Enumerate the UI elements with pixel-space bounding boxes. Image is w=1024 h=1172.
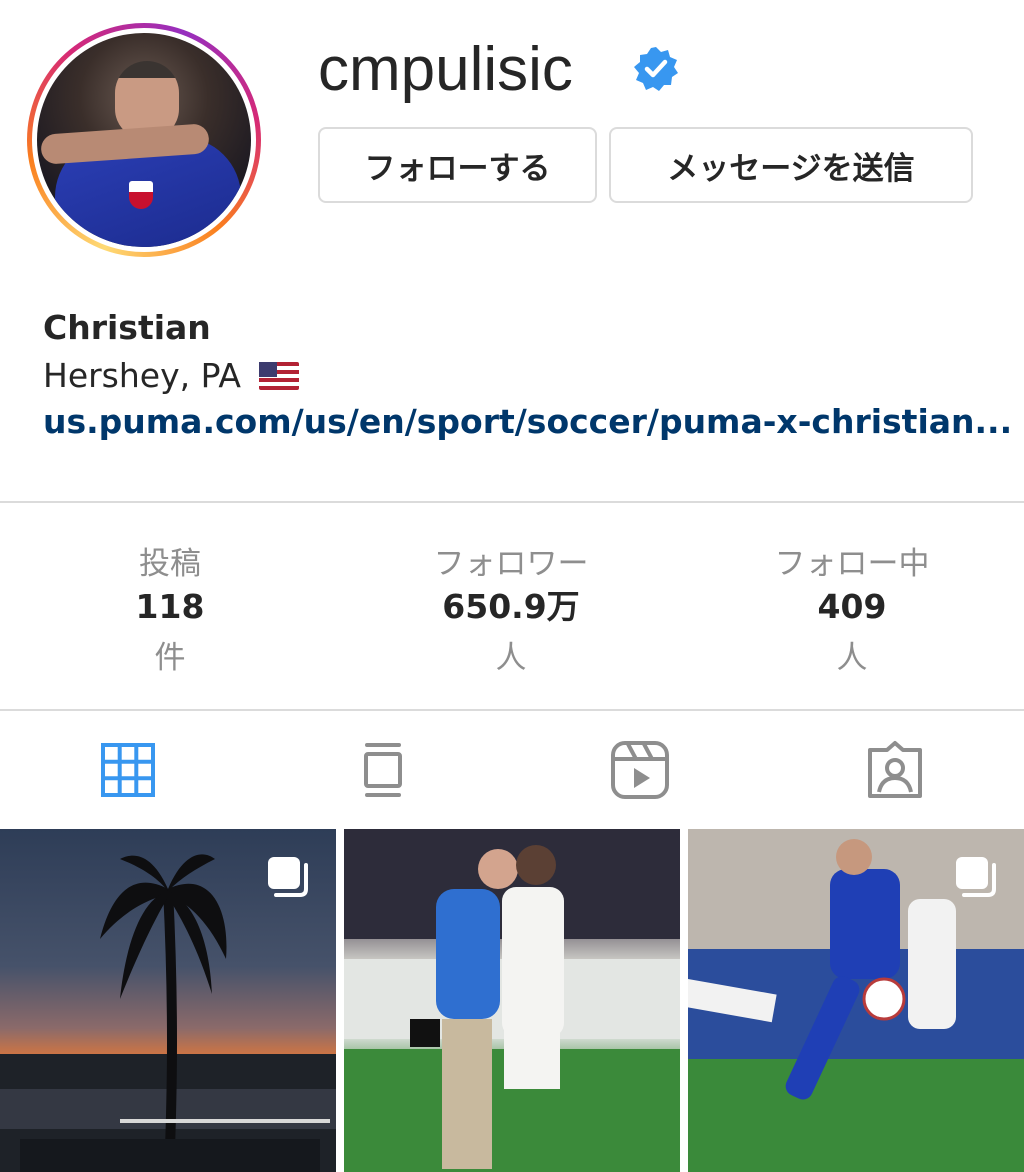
grid-icon bbox=[101, 743, 155, 797]
bio-location: Hershey, PA bbox=[43, 356, 299, 395]
stat-posts-unit: 件 bbox=[154, 640, 186, 676]
tagged-icon bbox=[868, 741, 922, 798]
stats-top-divider bbox=[0, 501, 1024, 503]
verified-badge-icon bbox=[634, 47, 678, 91]
post-thumbnail-coach-player[interactable] bbox=[344, 829, 680, 1172]
bio-display-name: Christian bbox=[43, 308, 211, 347]
stat-following-label: フォロー中 bbox=[774, 546, 930, 582]
profile-username: cmpulisic bbox=[318, 35, 573, 104]
stat-posts-value: 118 bbox=[135, 587, 205, 626]
avatar-crest bbox=[129, 181, 153, 209]
stat-following-value: 409 bbox=[817, 587, 887, 626]
post-thumbnail-sunset-palm[interactable] bbox=[0, 829, 336, 1172]
stats-bottom-divider bbox=[0, 709, 1024, 711]
stat-following[interactable]: フォロー中 409 人 bbox=[682, 538, 1022, 677]
profile-avatar[interactable] bbox=[27, 23, 261, 257]
follow-button[interactable]: フォローする bbox=[318, 127, 597, 203]
stat-following-unit: 人 bbox=[836, 640, 868, 676]
tab-tagged[interactable] bbox=[865, 740, 925, 800]
multiple-posts-icon bbox=[956, 857, 996, 897]
stat-posts[interactable]: 投稿 118 件 bbox=[0, 538, 340, 677]
message-button[interactable]: メッセージを送信 bbox=[609, 127, 973, 203]
stat-followers[interactable]: フォロワー 650.9万 人 bbox=[341, 538, 681, 677]
stat-followers-unit: 人 bbox=[495, 640, 527, 676]
post-thumbnail-match-action[interactable] bbox=[688, 829, 1024, 1172]
guide-icon bbox=[364, 743, 402, 797]
tab-guides[interactable] bbox=[353, 740, 413, 800]
bio-location-text: Hershey, PA bbox=[43, 356, 241, 395]
reels-icon bbox=[611, 741, 669, 799]
bio-website-link[interactable]: us.puma.com/us/en/sport/soccer/puma-x-ch… bbox=[43, 402, 1012, 441]
avatar-photo bbox=[37, 33, 251, 247]
stat-followers-label: フォロワー bbox=[433, 546, 589, 582]
stat-posts-label: 投稿 bbox=[139, 546, 201, 582]
stat-followers-value: 650.9万 bbox=[442, 587, 580, 626]
multiple-posts-icon bbox=[268, 857, 308, 897]
tab-posts-grid[interactable] bbox=[98, 740, 158, 800]
tab-reels[interactable] bbox=[610, 740, 670, 800]
us-flag-icon bbox=[258, 361, 299, 390]
coach-player-scene bbox=[344, 829, 680, 1172]
